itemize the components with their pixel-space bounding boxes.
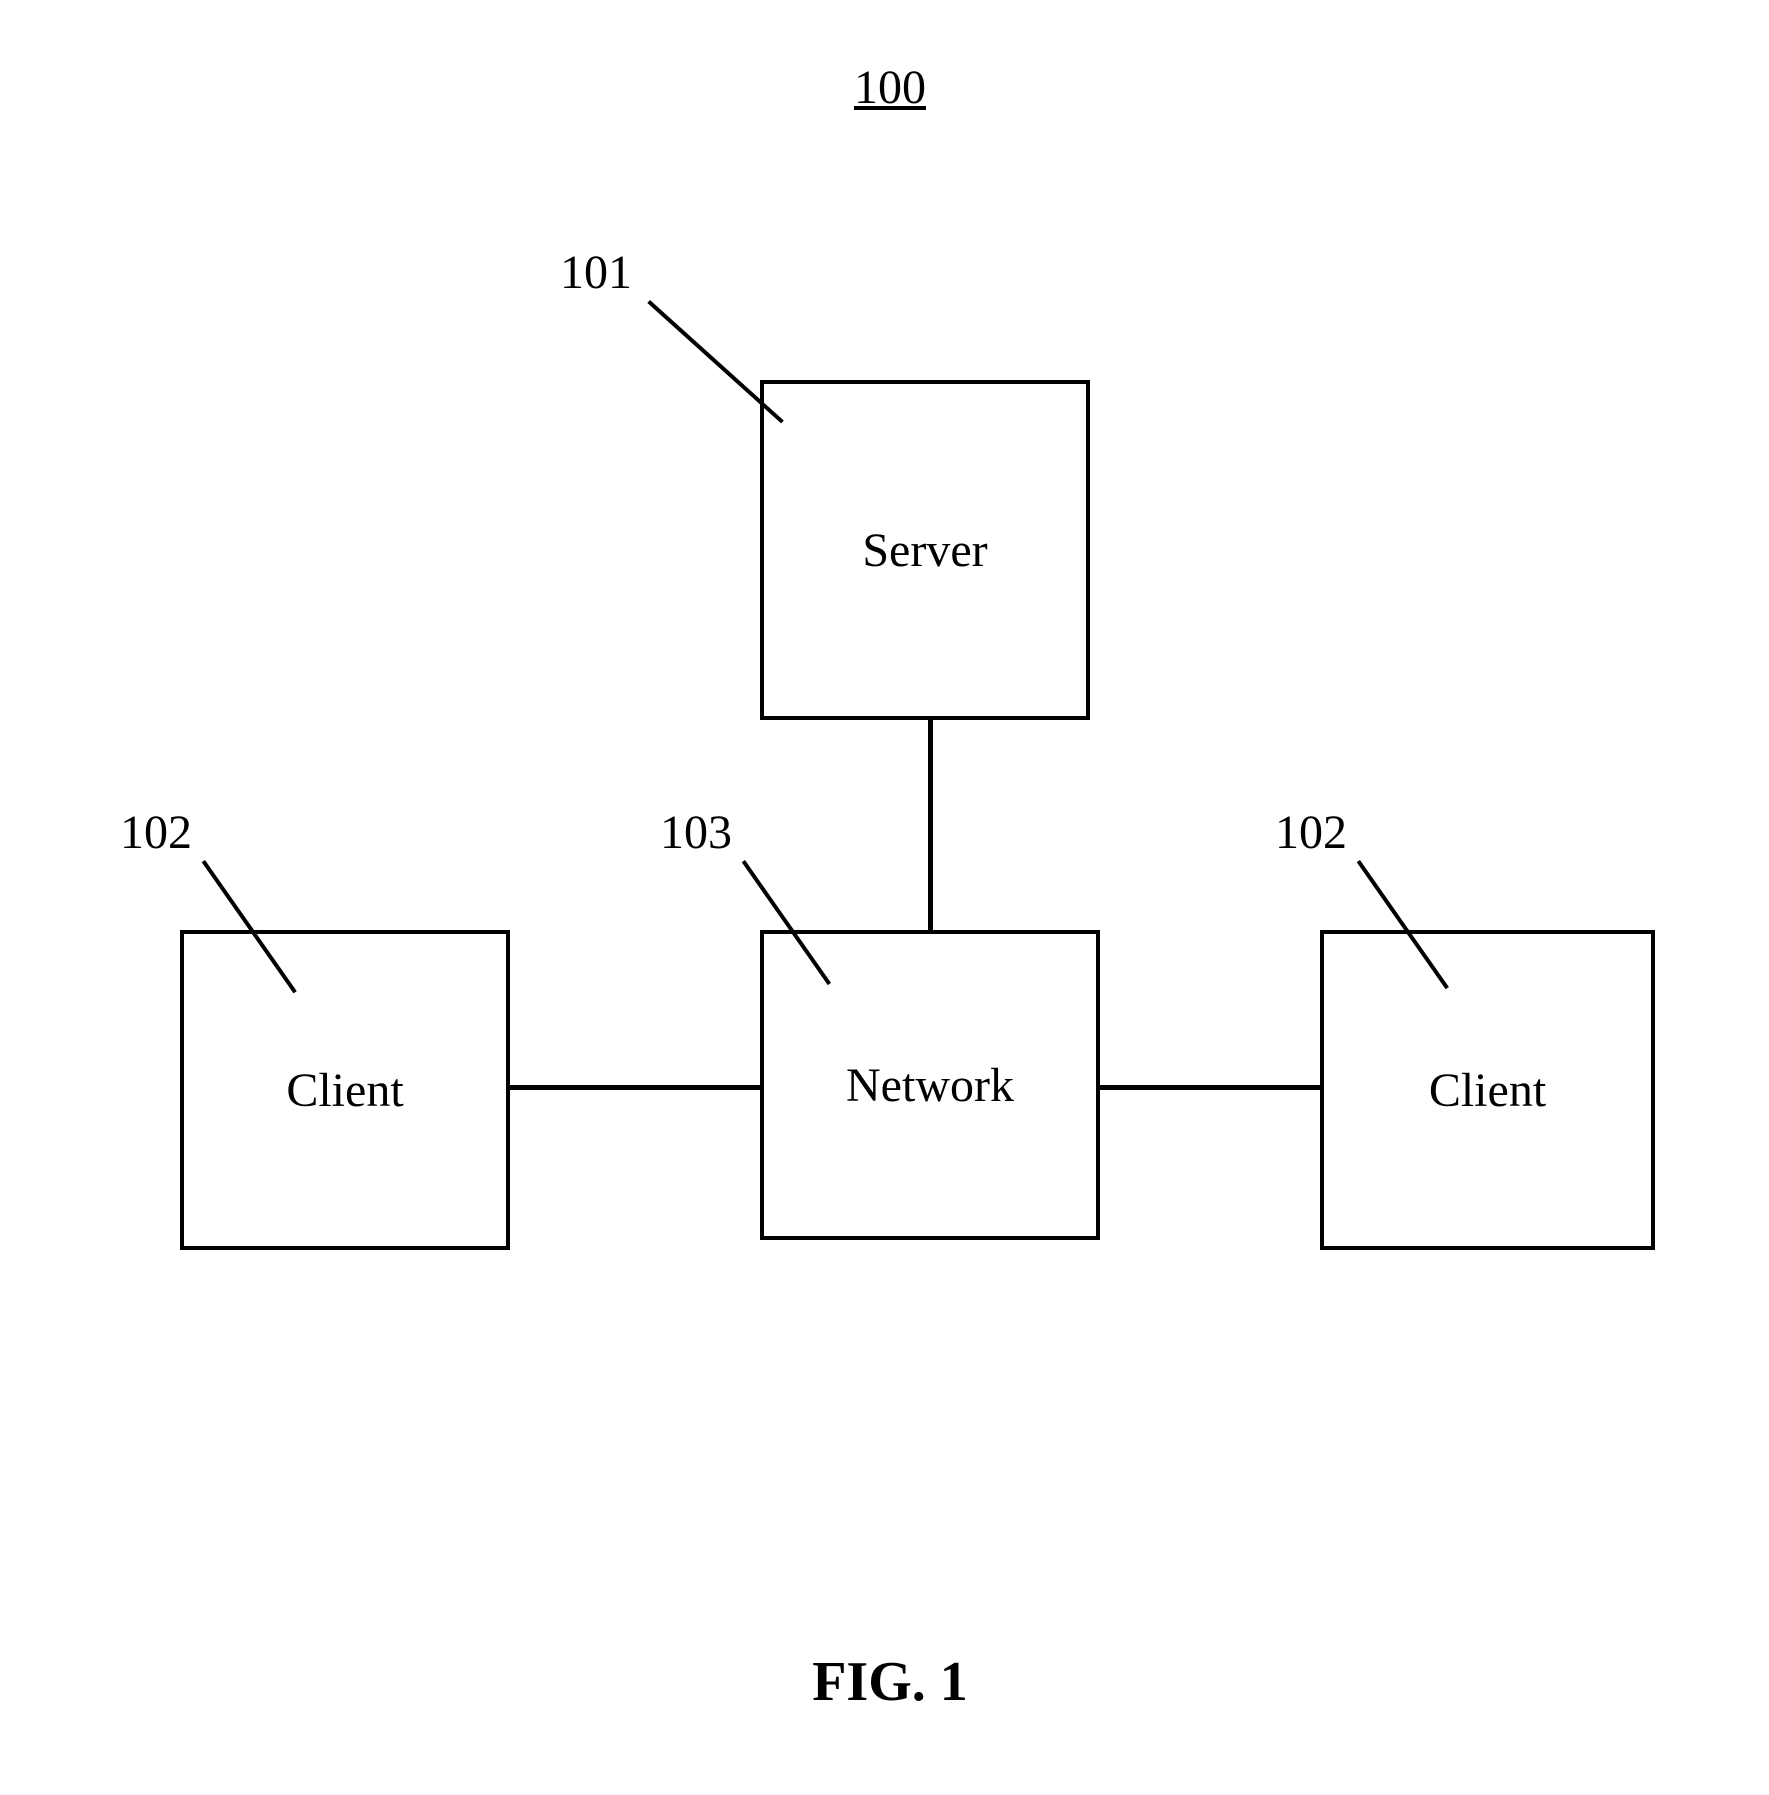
ref-label-102-left: 102 bbox=[120, 805, 192, 860]
lead-line-101 bbox=[647, 300, 783, 423]
figure-number: 100 bbox=[840, 60, 940, 115]
client-right-node: Client bbox=[1320, 930, 1655, 1250]
server-label: Server bbox=[862, 523, 987, 578]
ref-label-101: 101 bbox=[560, 245, 632, 300]
figure-caption: FIG. 1 bbox=[790, 1650, 990, 1714]
server-node: Server bbox=[760, 380, 1090, 720]
network-label: Network bbox=[846, 1058, 1014, 1113]
client-right-label: Client bbox=[1429, 1063, 1546, 1118]
ref-label-103: 103 bbox=[660, 805, 732, 860]
client-left-node: Client bbox=[180, 930, 510, 1250]
ref-label-102-right: 102 bbox=[1275, 805, 1347, 860]
connector-server-network bbox=[928, 720, 933, 930]
connector-network-clientright bbox=[1100, 1085, 1320, 1090]
diagram-canvas: 100 Server Network Client Client 101 103… bbox=[0, 0, 1769, 1795]
connector-clientleft-network bbox=[510, 1085, 760, 1090]
network-node: Network bbox=[760, 930, 1100, 1240]
client-left-label: Client bbox=[286, 1063, 403, 1118]
